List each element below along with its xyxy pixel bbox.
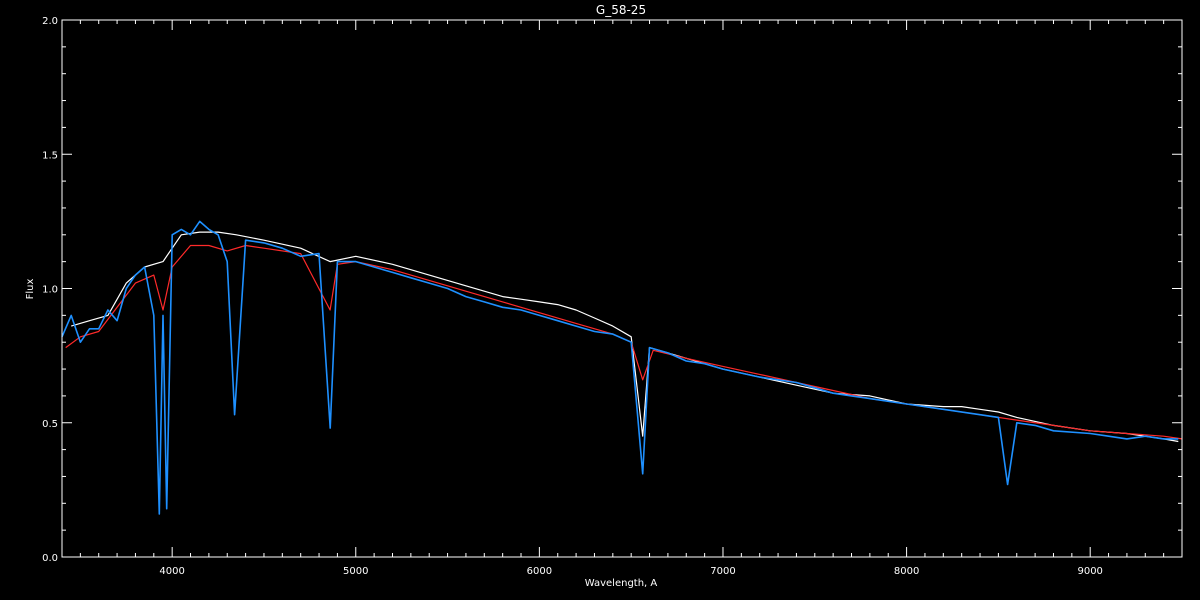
x-tick-label: 7000 xyxy=(710,566,735,577)
y-tick-label: 0.5 xyxy=(42,419,58,430)
y-tick-label: 1.5 xyxy=(42,150,58,161)
chart-title: G_58-25 xyxy=(596,3,646,17)
series-line-3 xyxy=(61,220,1179,515)
series-line-2 xyxy=(65,244,1183,440)
series-line-1 xyxy=(71,231,1179,443)
y-axis-label: Flux xyxy=(25,279,36,300)
x-axis: 4000 5000 6000 7000 8000 9000 xyxy=(61,20,1183,577)
plot-frame xyxy=(61,19,1183,558)
y-tick-label: 2.0 xyxy=(42,16,58,27)
x-tick-label: 9000 xyxy=(1077,566,1102,577)
series-layer xyxy=(61,220,1183,515)
x-axis-label: Wavelength, A xyxy=(585,578,658,589)
y-tick-label: 1.0 xyxy=(42,285,58,296)
x-tick-label: 5000 xyxy=(343,566,368,577)
y-axis: 0.0 0.5 1.0 1.5 2.0 xyxy=(42,16,1182,564)
spectrum-chart: G_58-25 4000 5000 6000 7000 8000 9000 0.0 0.5 1… xyxy=(25,3,1183,589)
x-tick-label: 4000 xyxy=(159,566,184,577)
x-tick-label: 8000 xyxy=(894,566,919,577)
x-tick-label: 6000 xyxy=(527,566,552,577)
y-tick-label: 0.0 xyxy=(42,553,58,564)
